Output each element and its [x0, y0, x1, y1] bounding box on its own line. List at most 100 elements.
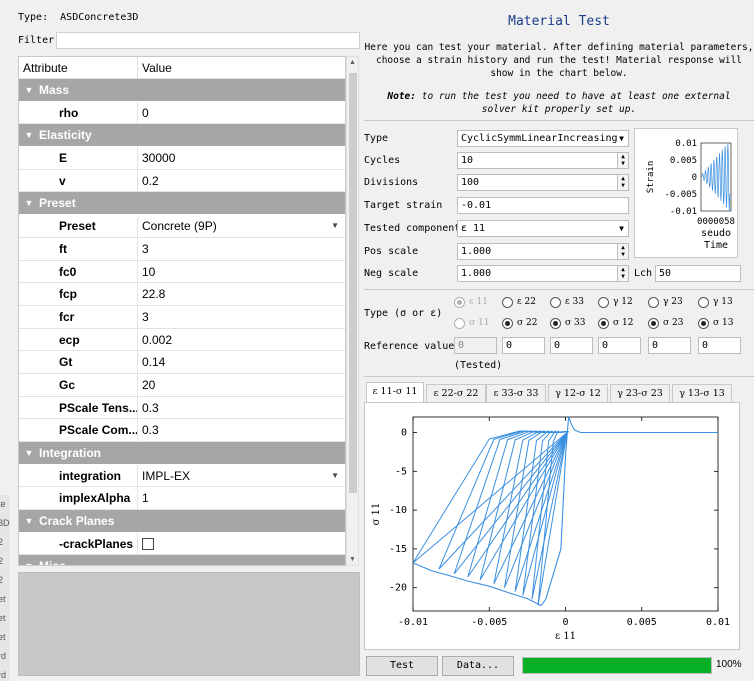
attribute-value[interactable]: 0.14 [138, 351, 345, 373]
collapse-arrow-icon[interactable]: ▼ [19, 561, 39, 565]
attribute-row: ft 3 [19, 237, 345, 261]
tested-component-select[interactable]: ε 11 ▼ [457, 220, 629, 237]
reference-value-input[interactable]: 0 [648, 337, 691, 354]
collapse-arrow-icon[interactable]: ▼ [19, 516, 39, 526]
scroll-up-icon[interactable]: ▲ [349, 59, 356, 66]
attribute-row: Gt 0.14 [19, 351, 345, 374]
spin-arrows-icon[interactable]: ▲ ▼ [617, 175, 628, 190]
attribute-value[interactable]: 0.3 [138, 419, 345, 441]
reference-value-input[interactable]: 0 [502, 337, 545, 354]
stress-radio-label: σ 13 [713, 318, 734, 328]
attribute-value-text: 0.3 [142, 400, 159, 415]
strain-radio[interactable] [502, 297, 513, 308]
attribute-value[interactable]: 0.002 [138, 329, 345, 351]
attribute-value-text: 0.3 [142, 423, 159, 438]
group-header-crack-planes[interactable]: ▼ Crack Planes [19, 510, 345, 533]
stress-radio[interactable] [502, 318, 513, 329]
stress-radio-label: σ 23 [663, 318, 684, 328]
collapse-arrow-icon[interactable]: ▼ [19, 85, 39, 95]
group-header-integration[interactable]: ▼ Integration [19, 442, 345, 465]
chart-tab[interactable]: γ 12-σ 12 [548, 384, 608, 402]
attribute-name: PScale Com... [19, 419, 138, 441]
spin-arrows-icon[interactable]: ▲ ▼ [617, 266, 628, 281]
data-button[interactable]: Data... [442, 656, 514, 676]
attribute-name: v [19, 169, 138, 192]
filter-label: Filter [18, 35, 55, 46]
chart-tab[interactable]: ε 33-σ 33 [486, 384, 546, 402]
strain-radio[interactable] [598, 297, 609, 308]
reference-value-input[interactable]: 0 [698, 337, 741, 354]
scrollbar-thumb[interactable] [349, 73, 357, 493]
mini-y-tick-label: 0.005 [670, 156, 697, 166]
reference-value-input[interactable]: 0 [550, 337, 593, 354]
pos-scale-spinbox[interactable]: 1.000 ▲ ▼ [457, 243, 629, 260]
attribute-value[interactable]: 3 [138, 238, 345, 260]
chevron-down-icon[interactable]: ▼ [331, 215, 339, 237]
mini-y-tick-label: 0 [692, 173, 697, 183]
attribute-value[interactable]: 0 [138, 102, 345, 124]
attribute-value-text: 0.14 [142, 355, 166, 370]
spin-arrows-icon[interactable]: ▲ ▼ [617, 153, 628, 168]
attribute-value[interactable]: 0.2 [138, 170, 345, 192]
scroll-down-icon[interactable]: ▼ [349, 556, 356, 563]
lch-input[interactable]: 50 [655, 265, 741, 282]
attribute-value[interactable]: IMPL-EX ▼ [138, 465, 345, 487]
strain-radio[interactable] [648, 297, 659, 308]
attribute-name: PScale Tens... [19, 396, 138, 419]
table-scrollbar[interactable]: ▲ ▼ [346, 56, 359, 566]
material-test-description: Here you can test your material. After d… [364, 42, 754, 79]
strain-radio[interactable] [698, 297, 709, 308]
stress-radio[interactable] [648, 318, 659, 329]
strain-radio[interactable] [550, 297, 561, 308]
strip-text: 3D [0, 518, 10, 528]
history-type-select[interactable]: CyclicSymmLinearIncreasing ▼ [457, 130, 629, 147]
attribute-value[interactable]: 30000 [138, 147, 345, 169]
reference-value-input[interactable]: 0 [598, 337, 641, 354]
divisions-spinbox[interactable]: 100 ▲ ▼ [457, 174, 629, 191]
checkbox[interactable] [142, 537, 154, 550]
attribute-value-text: 0 [142, 105, 149, 120]
cycles-spinbox[interactable]: 10 ▲ ▼ [457, 152, 629, 169]
tested-component-label: Tested component [364, 223, 461, 234]
collapse-arrow-icon[interactable]: ▼ [19, 130, 39, 140]
neg-scale-label: Neg scale [364, 268, 419, 279]
attribute-value[interactable]: 0.3 [138, 397, 345, 419]
tested-component-value: ε 11 [461, 223, 486, 234]
attribute-value[interactable]: 1 [138, 487, 345, 509]
chart-tab[interactable]: ε 11-σ 11 [366, 382, 424, 402]
note-text: to run the test you need to have at leas… [421, 91, 731, 115]
chevron-down-icon[interactable]: ▼ [331, 465, 339, 487]
attribute-name: Gc [19, 373, 138, 396]
group-header-elasticity[interactable]: ▼ Elasticity [19, 124, 345, 148]
attribute-value[interactable] [138, 533, 345, 555]
progress-bar [522, 657, 712, 674]
column-header-attribute[interactable]: Attribute [19, 57, 138, 78]
chart-tab[interactable]: γ 23-σ 23 [610, 384, 670, 402]
attribute-value[interactable]: 20 [138, 374, 345, 396]
stress-radio[interactable] [550, 318, 561, 329]
group-header-misc[interactable]: ▼Misc [19, 555, 345, 565]
attribute-value[interactable]: Concrete (9P) ▼ [138, 215, 345, 237]
collapse-arrow-icon[interactable]: ▼ [19, 448, 39, 458]
mini-y-tick-label: 0.01 [675, 139, 697, 149]
attribute-value[interactable]: 10 [138, 261, 345, 283]
target-strain-input[interactable]: -0.01 [457, 197, 629, 214]
stress-radio[interactable] [598, 318, 609, 329]
spin-arrows-icon[interactable]: ▲ ▼ [617, 244, 628, 259]
strain-radio-label: ε 33 [565, 297, 584, 307]
attribute-value[interactable]: 3 [138, 306, 345, 328]
attribute-value[interactable]: 22.8 [138, 283, 345, 305]
attribute-row: ecp 0.002 [19, 328, 345, 352]
filter-input[interactable] [56, 32, 360, 49]
group-header-mass[interactable]: ▼ Mass [19, 79, 345, 102]
chart-tab[interactable]: γ 13-σ 13 [672, 384, 732, 402]
attribute-row: implexAlpha 1 [19, 487, 345, 511]
neg-scale-spinbox[interactable]: 1.000 ▲ ▼ [457, 265, 629, 282]
chart-tab[interactable]: ε 22-σ 22 [426, 384, 486, 402]
strip-text: rd [0, 651, 7, 661]
group-header-preset[interactable]: ▼ Preset [19, 192, 345, 216]
collapse-arrow-icon[interactable]: ▼ [19, 198, 39, 208]
column-header-value[interactable]: Value [138, 57, 172, 78]
stress-radio[interactable] [698, 318, 709, 329]
test-button[interactable]: Test [366, 656, 438, 676]
